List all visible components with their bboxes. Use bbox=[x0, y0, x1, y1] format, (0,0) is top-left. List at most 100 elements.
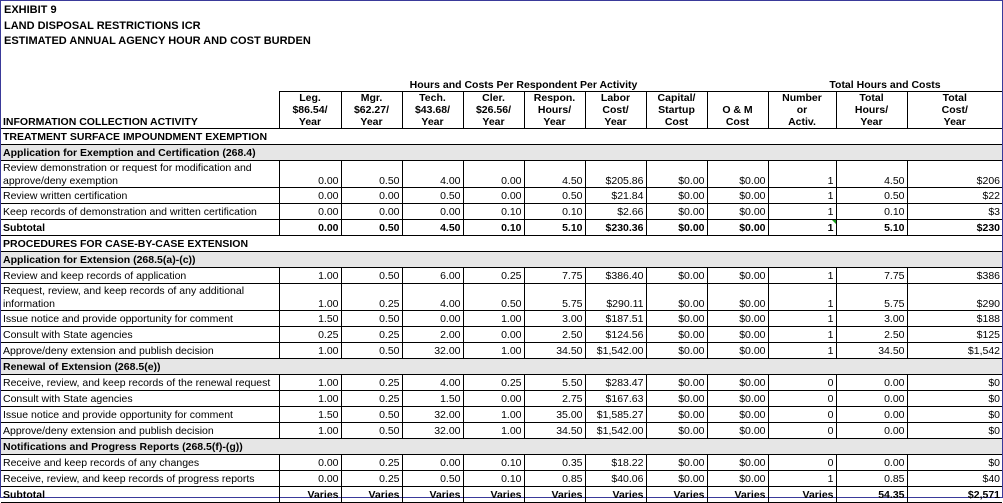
table-cell: 0.25 bbox=[340, 454, 402, 471]
table-cell: 0.25 bbox=[462, 267, 524, 284]
table-cell: 0.00 bbox=[340, 203, 402, 220]
table-cell: $386.40 bbox=[584, 267, 646, 284]
table-cell: 0.10 bbox=[462, 219, 524, 236]
table-cell: 0.50 bbox=[401, 187, 463, 204]
table-cell: 1.00 bbox=[278, 267, 341, 284]
table-cell: 1 bbox=[767, 470, 836, 487]
table-cell: 1.00 bbox=[462, 342, 524, 359]
table-cell: $124.56 bbox=[584, 326, 646, 343]
table-cell: $283.47 bbox=[584, 374, 646, 391]
table-cell: 5.50 bbox=[523, 374, 585, 391]
table-row: Review and keep records of application 1.… bbox=[1, 267, 1003, 284]
table-cell: $0.00 bbox=[645, 326, 707, 343]
table-cell: Varies bbox=[584, 486, 646, 503]
exhibit-number: EXHIBIT 9 bbox=[4, 4, 57, 16]
table-cell: $0.00 bbox=[706, 187, 768, 204]
table-cell: 0.10 bbox=[462, 470, 524, 487]
table-cell: 0.25 bbox=[340, 470, 402, 487]
column-header: Year bbox=[340, 116, 402, 129]
table-row: Approve/deny extension and publish decis… bbox=[1, 422, 1003, 439]
table-cell: 1 bbox=[767, 326, 836, 343]
activity-label: Keep records of demonstration and writte… bbox=[1, 203, 279, 220]
table-cell: $0.00 bbox=[645, 219, 707, 236]
table-cell: 34.50 bbox=[523, 342, 585, 359]
column-header: Year bbox=[906, 116, 1003, 129]
table-row: Consult with State agencies 0.25 0.25 2.00 0… bbox=[1, 326, 1003, 343]
table-cell: 32.00 bbox=[401, 342, 463, 359]
table-cell: 4.00 bbox=[401, 283, 463, 311]
table-cell: 0.00 bbox=[278, 160, 341, 188]
column-header: Cost/ bbox=[584, 104, 646, 116]
table-cell: $290 bbox=[906, 283, 1003, 311]
table-cell: 0.25 bbox=[340, 283, 402, 311]
table-cell: $21.84 bbox=[584, 187, 646, 204]
subtotal-row: Subtotal Varies Varies Varies Varies Varies Va… bbox=[1, 486, 1003, 503]
report-name: LAND DISPOSAL RESTRICTIONS ICR bbox=[4, 19, 201, 32]
column-header: Labor bbox=[584, 91, 646, 104]
table-cell: 0.00 bbox=[278, 454, 341, 471]
activity-label: Approve/deny extension and publish decis… bbox=[1, 342, 279, 359]
table-cell: 1.00 bbox=[462, 406, 524, 423]
subsection-title: Notifications and Progress Reports (268.… bbox=[1, 438, 1003, 455]
table-cell: 5.75 bbox=[523, 283, 585, 311]
table-cell: $188 bbox=[906, 310, 1003, 327]
cell-comment-marker bbox=[831, 220, 836, 225]
table-cell: 0.00 bbox=[835, 454, 907, 471]
table-cell: 0.00 bbox=[835, 422, 907, 439]
table-cell: 1 bbox=[767, 267, 836, 284]
column-header: $62.27/ bbox=[340, 104, 402, 116]
column-header: or bbox=[767, 104, 836, 116]
table-cell: 0.00 bbox=[401, 454, 463, 471]
column-header: $43.68/ bbox=[401, 104, 463, 116]
table-row: Review written certification 0.00 0.00 0.50… bbox=[1, 187, 1003, 204]
table-cell: 0.50 bbox=[340, 160, 402, 188]
table-cell: 0 bbox=[767, 422, 836, 439]
table-row: Receive, review, and keep records of the… bbox=[1, 374, 1003, 391]
table-cell: $0.00 bbox=[645, 160, 707, 188]
column-header: $26.56/ bbox=[462, 104, 524, 116]
table-cell: 0.00 bbox=[278, 219, 341, 236]
column-header: Startup bbox=[645, 104, 707, 116]
table-cell: 0.25 bbox=[462, 374, 524, 391]
subsection-header-row: Application for Exemption and Certificat… bbox=[1, 144, 1003, 161]
table-cell: 7.75 bbox=[835, 267, 907, 284]
table-cell: $0.00 bbox=[706, 454, 768, 471]
table-cell: $0.00 bbox=[645, 390, 707, 407]
table-cell: 0.50 bbox=[340, 406, 402, 423]
table-cell: 0.10 bbox=[462, 454, 524, 471]
column-header: Year bbox=[401, 116, 463, 129]
table-cell: $1,542.00 bbox=[584, 422, 646, 439]
table-cell: 0.50 bbox=[340, 342, 402, 359]
table-cell: 1 bbox=[767, 160, 836, 188]
table-cell: $0.00 bbox=[706, 390, 768, 407]
spreadsheet: EXHIBIT 9 LAND DISPOSAL RESTRICTIONS ICR… bbox=[0, 0, 1003, 503]
column-header bbox=[706, 91, 768, 104]
column-header: $86.54/ bbox=[278, 104, 341, 116]
table-cell: Varies bbox=[462, 486, 524, 503]
table-cell: 0.00 bbox=[835, 390, 907, 407]
table-row: Issue notice and provide opportunity for… bbox=[1, 310, 1003, 327]
column-header: Year bbox=[523, 116, 585, 129]
column-header: Cost/ bbox=[906, 104, 1003, 116]
table-cell: $0.00 bbox=[706, 310, 768, 327]
table-cell: $0.00 bbox=[645, 342, 707, 359]
table-cell: 0.25 bbox=[278, 326, 341, 343]
activity-label: Receive, review, and keep records of pro… bbox=[1, 470, 279, 487]
table-cell: $0.00 bbox=[706, 203, 768, 220]
table-cell: 0.85 bbox=[835, 470, 907, 487]
table-cell: 4.00 bbox=[401, 160, 463, 188]
table-cell: 2.50 bbox=[835, 326, 907, 343]
subsection-title: Application for Exemption and Certificat… bbox=[1, 144, 1003, 161]
table-cell: 0.00 bbox=[462, 326, 524, 343]
table-cell: 1 bbox=[767, 342, 836, 359]
table-cell: 32.00 bbox=[401, 422, 463, 439]
table-cell: 0.00 bbox=[835, 374, 907, 391]
table-cell: $2,571 bbox=[906, 486, 1003, 503]
table-cell: 35.00 bbox=[523, 406, 585, 423]
table-cell: $18.22 bbox=[584, 454, 646, 471]
table-cell: 0.50 bbox=[340, 422, 402, 439]
column-header: Cost bbox=[706, 116, 768, 129]
table-cell: $0.00 bbox=[706, 374, 768, 391]
subsection-title: Application for Extension (268.5(a)-(c)) bbox=[1, 251, 1003, 268]
table-cell: 5.10 bbox=[835, 219, 907, 236]
